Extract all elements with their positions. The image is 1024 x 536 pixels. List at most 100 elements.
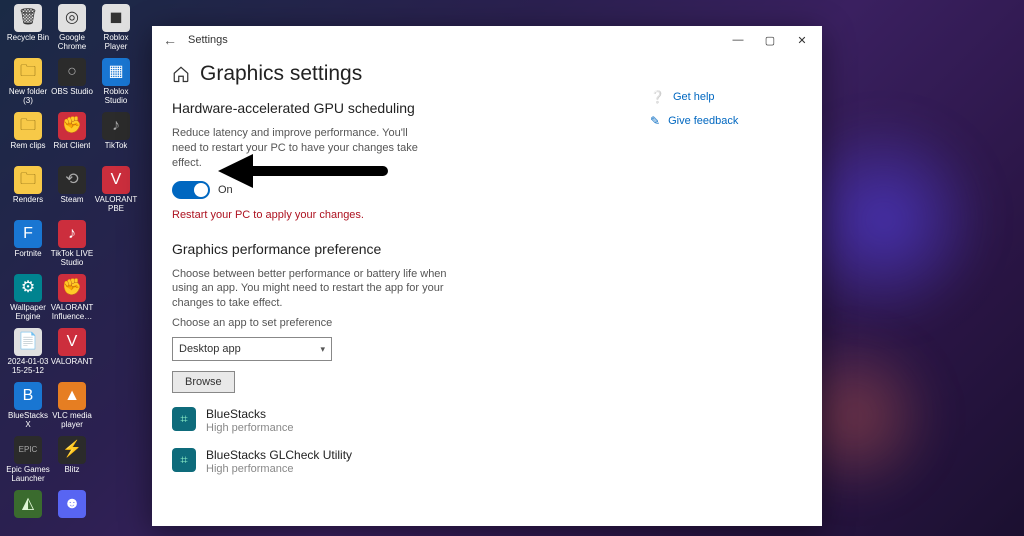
desktop-icon-label: OBS Studio (51, 88, 93, 97)
desktop-icon-glyph: ▲ (58, 382, 86, 410)
desktop-icon-label: VALORANT Influence… (50, 304, 94, 322)
desktop-icon-glyph: ◼ (102, 4, 130, 32)
desktop-icon[interactable]: 🗀 Rem clips (6, 112, 50, 164)
give-feedback-link[interactable]: ✎ Give feedback (650, 114, 802, 128)
desktop-icon-label: TikTok LIVE Studio (50, 250, 94, 268)
back-button[interactable]: ← (160, 32, 180, 48)
desktop-icon-label: Roblox Studio (94, 88, 138, 106)
desktop-icon-label: Wallpaper Engine (6, 304, 50, 322)
desktop-icons-grid: 🗑 Recycle Bin ◎ Google Chrome ◼ Roblox Player… (6, 4, 138, 536)
desktop-icon[interactable]: ◼ Roblox Player (94, 4, 138, 56)
desktop-icon-label: Riot Client (54, 142, 91, 151)
desktop-icon[interactable]: ⚡Blitz (50, 436, 94, 488)
app-list-item[interactable]: ⌗ BlueStacks GLCheck UtilityHigh performa… (172, 448, 632, 475)
desktop-icon-label: Recycle Bin (7, 34, 49, 43)
app-icon: ⌗ (172, 407, 196, 431)
desktop-icon-glyph: ◭ (14, 490, 42, 518)
desktop-icon-glyph: B (14, 382, 42, 410)
desktop-icon-glyph: EPIC (14, 436, 42, 464)
desktop-icon-glyph: ✊ (58, 112, 86, 140)
maximize-button[interactable]: ▢ (754, 29, 786, 51)
give-feedback-label: Give feedback (668, 115, 738, 127)
desktop-icon-label: Renders (13, 196, 43, 205)
get-help-link[interactable]: ❔ Get help (650, 90, 802, 104)
desktop-icon-glyph: ♪ (58, 220, 86, 248)
desktop-icon[interactable]: ✊ VALORANT Influence… (50, 274, 94, 326)
gpu-scheduling-toggle-label: On (218, 184, 233, 196)
desktop-icon-label: VALORANT (51, 358, 94, 367)
desktop-icon-label: 2024-01-03 15-25-12 (6, 358, 50, 376)
desktop-icon (94, 436, 138, 488)
desktop-icon-glyph: 🗑 (14, 4, 42, 32)
desktop-icon[interactable]: ♪ TikTok LIVE Studio (50, 220, 94, 272)
desktop-icon (94, 220, 138, 272)
desktop-icon-glyph: 🗀 (14, 166, 42, 194)
desktop-icon-label: VALORANT PBE (94, 196, 138, 214)
desktop-icon[interactable]: ○ OBS Studio (50, 58, 94, 110)
desktop-icon-label: New folder (3) (6, 88, 50, 106)
desktop-icon[interactable]: ◎ Google Chrome (50, 4, 94, 56)
app-icon: ⌗ (172, 448, 196, 472)
desktop-icon-label: BlueStacks X (6, 412, 50, 430)
app-name: BlueStacks GLCheck Utility (206, 448, 352, 462)
chevron-down-icon: ▾ (320, 344, 325, 355)
desktop-icon-glyph: 📄 (14, 328, 42, 356)
desktop-icon[interactable]: V VALORANT (50, 328, 94, 380)
page-title: Graphics settings (200, 62, 362, 86)
settings-window: ← Settings — ▢ ✕ Graphics settings Hardw… (152, 26, 822, 526)
desktop-icon-glyph: ✊ (58, 274, 86, 302)
desktop-icon-glyph: ◎ (58, 4, 86, 32)
browse-button[interactable]: Browse (172, 371, 235, 393)
desktop-icon-glyph: ○ (58, 58, 86, 86)
desktop-icon-glyph: ☻ (58, 490, 86, 518)
desktop-icon-glyph: V (58, 328, 86, 356)
desktop-icon-label: Fortnite (14, 250, 41, 259)
settings-main: Graphics settings Hardware-accelerated G… (172, 62, 632, 475)
desktop-icon-label: Rem clips (10, 142, 45, 151)
close-button[interactable]: ✕ (786, 29, 818, 51)
restart-warning: Restart your PC to apply your changes. (172, 209, 632, 221)
desktop-icon[interactable]: V VALORANT PBE (94, 166, 138, 218)
desktop-icon[interactable]: F Fortnite (6, 220, 50, 272)
desktop-icon[interactable]: B BlueStacks X (6, 382, 50, 434)
desktop-icon-label: Google Chrome (50, 34, 94, 52)
desktop-icon-glyph: F (14, 220, 42, 248)
desktop-icon[interactable]: ♪TikTok (94, 112, 138, 164)
perf-pref-desc: Choose between better performance or bat… (172, 267, 472, 312)
desktop-icon[interactable]: ⟲Steam (50, 166, 94, 218)
app-pref: High performance (206, 422, 293, 434)
desktop-icon: ☻ (50, 490, 94, 536)
window-title: Settings (188, 34, 722, 46)
desktop-icon[interactable]: 📄 2024-01-03 15-25-12 (6, 328, 50, 380)
desktop-icon-label: Epic Games Launcher (6, 466, 50, 484)
minimize-button[interactable]: — (722, 29, 754, 51)
desktop-icon[interactable]: 🗀 Renders (6, 166, 50, 218)
desktop-icon (94, 382, 138, 434)
perf-pref-heading: Graphics performance preference (172, 241, 632, 257)
desktop-icon-label: Blitz (64, 466, 79, 475)
desktop-icon-glyph: V (102, 166, 130, 194)
desktop-icon (94, 328, 138, 380)
desktop-icon-glyph: ♪ (102, 112, 130, 140)
desktop-icon[interactable]: EPIC Epic Games Launcher (6, 436, 50, 488)
desktop-icon-glyph: ▦ (102, 58, 130, 86)
desktop-icon[interactable]: ▦ Roblox Studio (94, 58, 138, 110)
desktop-icon[interactable]: 🗀New folder (3) (6, 58, 50, 110)
get-help-label: Get help (673, 91, 715, 103)
app-pref: High performance (206, 463, 352, 475)
app-type-select[interactable]: Desktop app ▾ (172, 337, 332, 361)
settings-side-links: ❔ Get help ✎ Give feedback (632, 62, 802, 475)
desktop-icon[interactable]: ▲ VLC media player (50, 382, 94, 434)
desktop-icon-label: VLC media player (50, 412, 94, 430)
desktop-icon[interactable]: ✊ Riot Client (50, 112, 94, 164)
gpu-scheduling-toggle[interactable] (172, 181, 210, 199)
desktop-icon[interactable]: ⚙Wallpaper Engine (6, 274, 50, 326)
app-list-item[interactable]: ⌗BlueStacksHigh performance (172, 407, 632, 434)
help-icon: ❔ (650, 90, 665, 104)
titlebar: ← Settings — ▢ ✕ (152, 26, 822, 54)
app-type-select-value: Desktop app (179, 343, 241, 355)
desktop-icon[interactable]: 🗑 Recycle Bin (6, 4, 50, 56)
desktop-icon-label: Roblox Player (94, 34, 138, 52)
desktop-icon (94, 274, 138, 326)
desktop-icon-glyph: 🗀 (14, 112, 42, 140)
